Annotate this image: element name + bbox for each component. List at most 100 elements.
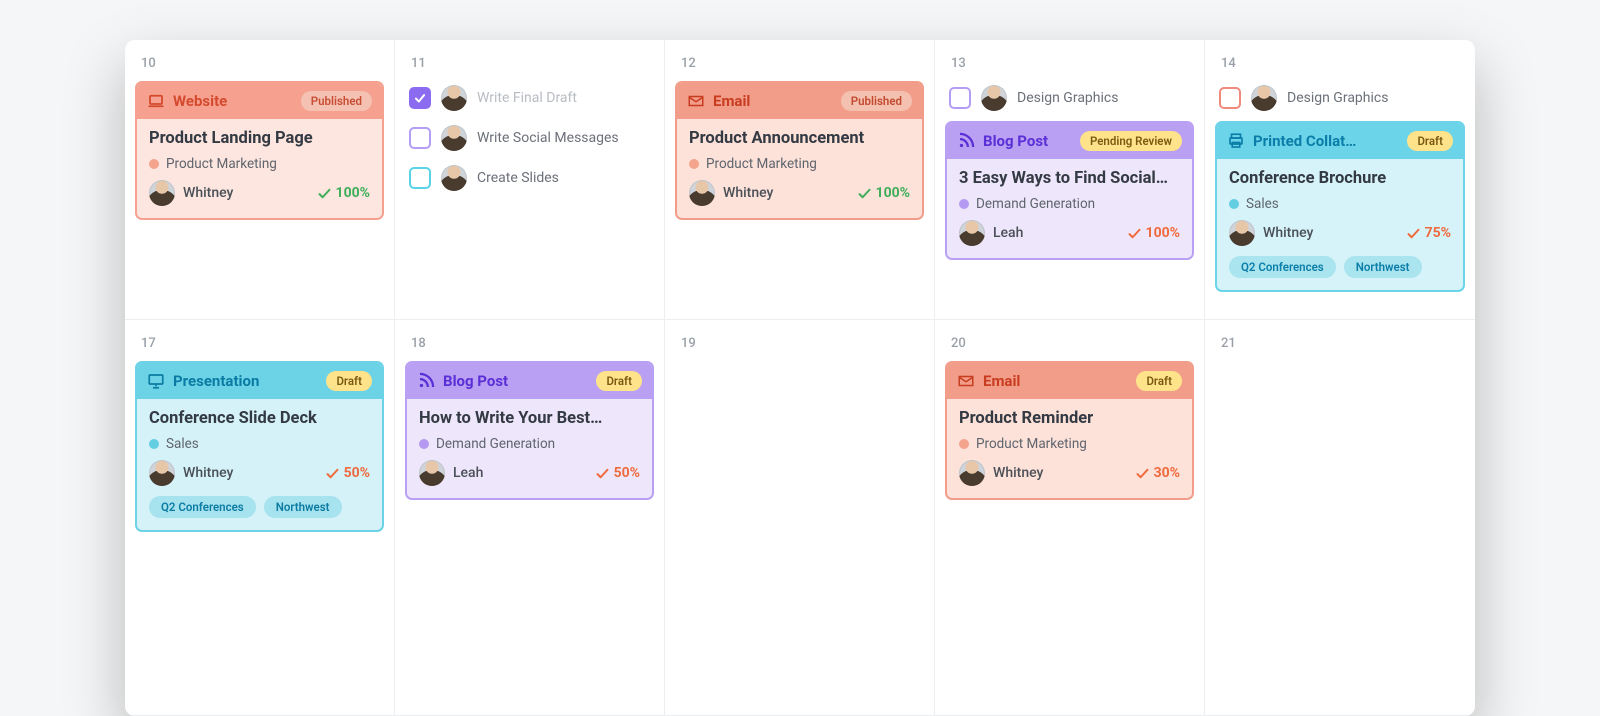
- card-header: Blog Post Pending Review: [947, 123, 1192, 159]
- content-card[interactable]: Email Draft Product Reminder Product Mar…: [945, 361, 1194, 500]
- card-title: Product Landing Page: [149, 129, 370, 148]
- avatar: [959, 460, 985, 486]
- presentation-icon: [147, 372, 165, 390]
- check-icon: [857, 186, 872, 201]
- day-cell[interactable]: 19: [665, 320, 935, 716]
- day-cell[interactable]: 20 Email Draft Product Reminder Product …: [935, 320, 1205, 716]
- checkbox[interactable]: [409, 127, 431, 149]
- card-progress: 100%: [857, 185, 910, 201]
- status-badge: Pending Review: [1080, 131, 1182, 151]
- card-owner: Whitney: [149, 180, 233, 206]
- card-tag[interactable]: Northwest: [264, 496, 342, 518]
- status-badge: Draft: [326, 371, 372, 391]
- card-owner: Leah: [419, 460, 483, 486]
- day-number: 12: [681, 56, 924, 71]
- day-number: 20: [951, 336, 1194, 351]
- day-number: 13: [951, 56, 1194, 71]
- task-item[interactable]: Write Social Messages: [405, 121, 654, 155]
- category-dot-icon: [149, 439, 159, 449]
- avatar: [1251, 85, 1277, 111]
- task-label: Design Graphics: [1287, 90, 1388, 106]
- checkbox[interactable]: [409, 87, 431, 109]
- laptop-icon: [147, 92, 165, 110]
- check-icon: [325, 466, 340, 481]
- rss-icon: [417, 372, 435, 390]
- avatar: [419, 460, 445, 486]
- checkbox[interactable]: [949, 87, 971, 109]
- card-type: Presentation: [173, 372, 259, 390]
- status-badge: Draft: [1407, 131, 1453, 151]
- day-cell[interactable]: 21: [1205, 320, 1475, 716]
- card-header: Printed Collat… Draft: [1217, 123, 1463, 159]
- task-label: Write Social Messages: [477, 130, 619, 146]
- check-icon: [413, 91, 427, 105]
- card-category: Sales: [1229, 196, 1451, 212]
- status-badge: Published: [841, 91, 912, 111]
- checkbox[interactable]: [1219, 87, 1241, 109]
- day-cell[interactable]: 10 Website Published Product Landing Pag…: [125, 40, 395, 320]
- check-icon: [595, 466, 610, 481]
- status-badge: Draft: [1136, 371, 1182, 391]
- card-title: Product Reminder: [959, 409, 1180, 428]
- card-title: Conference Brochure: [1229, 169, 1451, 188]
- content-card[interactable]: Presentation Draft Conference Slide Deck…: [135, 361, 384, 532]
- card-progress: 100%: [317, 185, 370, 201]
- card-type: Printed Collat…: [1253, 132, 1356, 150]
- day-cell[interactable]: 12 Email Published Product Announcement …: [665, 40, 935, 320]
- card-owner: Leah: [959, 220, 1023, 246]
- day-number: 10: [141, 56, 384, 71]
- card-header: Email Draft: [947, 363, 1192, 399]
- card-tag[interactable]: Q2 Conferences: [149, 496, 256, 518]
- avatar: [441, 165, 467, 191]
- content-card[interactable]: Email Published Product Announcement Pro…: [675, 81, 924, 220]
- card-type: Email: [713, 92, 750, 110]
- task-label: Design Graphics: [1017, 90, 1118, 106]
- day-number: 14: [1221, 56, 1465, 71]
- category-dot-icon: [689, 159, 699, 169]
- avatar: [149, 180, 175, 206]
- card-progress: 75%: [1406, 225, 1451, 241]
- avatar: [441, 125, 467, 151]
- check-icon: [1127, 226, 1142, 241]
- card-progress: 50%: [595, 465, 640, 481]
- card-progress: 50%: [325, 465, 370, 481]
- content-card[interactable]: Blog Post Draft How to Write Your Best… …: [405, 361, 654, 500]
- day-cell[interactable]: 18 Blog Post Draft How to Write Your Bes…: [395, 320, 665, 716]
- card-type: Blog Post: [443, 372, 508, 390]
- checkbox[interactable]: [409, 167, 431, 189]
- card-category: Product Marketing: [959, 436, 1180, 452]
- task-item[interactable]: Design Graphics: [1215, 81, 1465, 115]
- content-card[interactable]: Printed Collat… Draft Conference Brochur…: [1215, 121, 1465, 292]
- card-tag[interactable]: Q2 Conferences: [1229, 256, 1336, 278]
- card-tag[interactable]: Northwest: [1344, 256, 1422, 278]
- card-category: Demand Generation: [419, 436, 640, 452]
- day-number: 17: [141, 336, 384, 351]
- card-owner: Whitney: [959, 460, 1043, 486]
- content-card[interactable]: Blog Post Pending Review 3 Easy Ways to …: [945, 121, 1194, 260]
- status-badge: Published: [301, 91, 372, 111]
- card-owner: Whitney: [689, 180, 773, 206]
- card-type: Blog Post: [983, 132, 1048, 150]
- task-label: Write Final Draft: [477, 90, 577, 106]
- category-dot-icon: [959, 439, 969, 449]
- card-title: How to Write Your Best…: [419, 409, 640, 428]
- category-dot-icon: [149, 159, 159, 169]
- task-item[interactable]: Write Final Draft: [405, 81, 654, 115]
- card-progress: 30%: [1135, 465, 1180, 481]
- check-icon: [1135, 466, 1150, 481]
- avatar: [959, 220, 985, 246]
- day-cell[interactable]: 11 Write Final Draft Write Social Messag…: [395, 40, 665, 320]
- envelope-icon: [957, 372, 975, 390]
- category-dot-icon: [419, 439, 429, 449]
- card-header: Email Published: [677, 83, 922, 119]
- task-item[interactable]: Create Slides: [405, 161, 654, 195]
- task-item[interactable]: Design Graphics: [945, 81, 1194, 115]
- card-type: Email: [983, 372, 1020, 390]
- card-category: Product Marketing: [689, 156, 910, 172]
- card-title: Conference Slide Deck: [149, 409, 370, 428]
- day-cell[interactable]: 14 Design Graphics Printed Collat… Draft…: [1205, 40, 1475, 320]
- day-cell[interactable]: 13 Design Graphics Blog Post Pending Rev…: [935, 40, 1205, 320]
- day-cell[interactable]: 17 Presentation Draft Conference Slide D…: [125, 320, 395, 716]
- content-card[interactable]: Website Published Product Landing Page P…: [135, 81, 384, 220]
- card-header: Presentation Draft: [137, 363, 382, 399]
